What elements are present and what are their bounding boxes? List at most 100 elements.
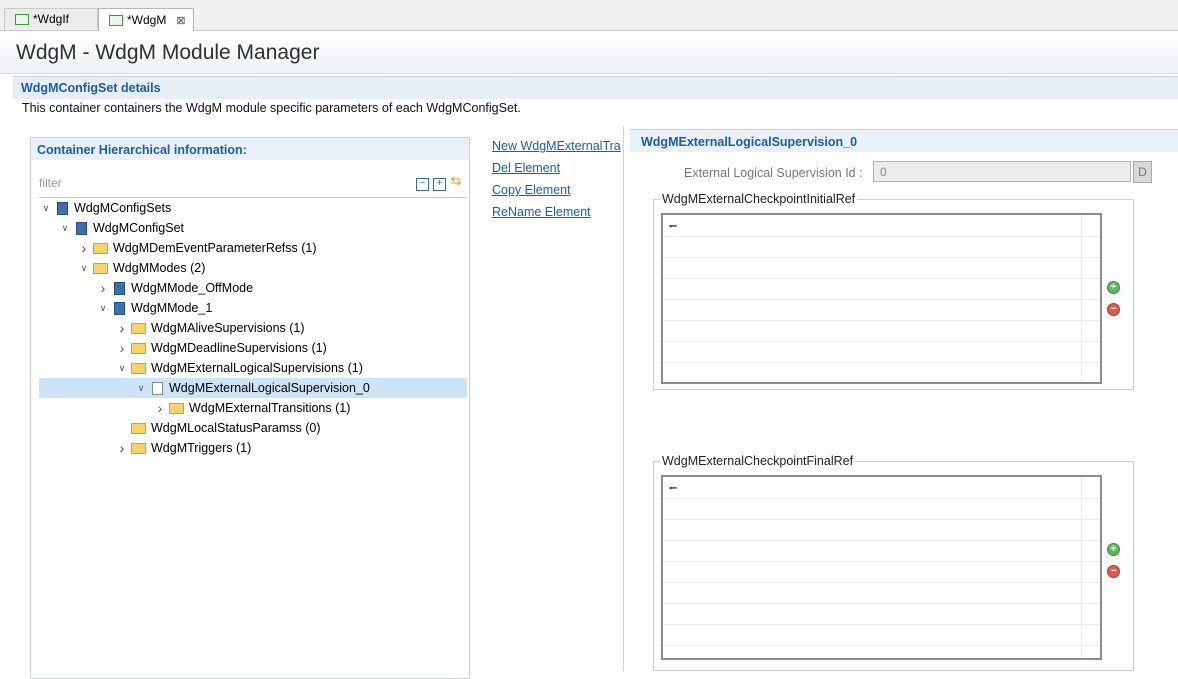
- folder-icon: [131, 342, 146, 354]
- tab-label: *WdgIf: [33, 12, 70, 26]
- chevron-down-icon[interactable]: ∨: [115, 363, 129, 374]
- tree-item-label: WdgMConfigSets: [74, 201, 172, 215]
- initial-ref-group-label: WdgMExternalCheckpointInitialRef: [660, 192, 858, 206]
- list-row-line: [663, 341, 1100, 342]
- chevron-right-icon[interactable]: ›: [77, 240, 91, 256]
- tree-item[interactable]: › WdgMMode_OffMode: [96, 278, 253, 298]
- tree-item[interactable]: ∨ WdgMExternalLogicalSupervision_0: [39, 378, 467, 398]
- tree-item-label: WdgMExternalLogicalSupervisions (1): [151, 361, 363, 375]
- supervision-id-label: External Logical Supervision Id :: [684, 166, 863, 180]
- initial-ref-list[interactable]: ▪━: [661, 213, 1102, 384]
- remove-icon[interactable]: −: [1107, 303, 1120, 316]
- folder-icon: [131, 322, 146, 334]
- tree-item[interactable]: › WdgMDemEventParameterRefss (1): [77, 238, 317, 258]
- list-item-marker: ▪━: [669, 221, 677, 231]
- tree-item[interactable]: ∨ WdgMConfigSets: [39, 198, 172, 218]
- add-icon[interactable]: +: [1107, 281, 1120, 294]
- panel-title: Container Hierarchical information:: [37, 143, 247, 157]
- tree-item[interactable]: › WdgMTriggers (1): [115, 438, 252, 458]
- filter-input[interactable]: filter: [39, 176, 62, 190]
- editor-tab-bar: *WdgIf *WdgM ⊠: [0, 0, 1178, 31]
- tree-item-label: WdgMMode_1: [131, 301, 213, 315]
- copy-element-link[interactable]: Copy Element: [492, 183, 571, 197]
- container-tree: ∨ WdgMConfigSets ∨ WdgMConfigSet › WdgMDemEve…: [39, 197, 467, 456]
- tree-item[interactable]: › WdgMDeadlineSupervisions (1): [115, 338, 327, 358]
- title-bar: WdgM - WdgM Module Manager: [0, 31, 1178, 74]
- expand-all-icon[interactable]: +: [433, 178, 446, 191]
- chevron-right-icon[interactable]: ›: [96, 280, 110, 296]
- container-icon: [114, 281, 125, 295]
- supervision-id-field[interactable]: 0: [873, 161, 1131, 182]
- tree-item-label: WdgMAliveSupervisions (1): [151, 321, 305, 335]
- folder-icon: [131, 362, 146, 374]
- chevron-right-icon[interactable]: ›: [115, 440, 129, 456]
- tab-wdgif[interactable]: *WdgIf: [4, 8, 98, 29]
- list-column-line: [1081, 477, 1082, 658]
- panel-header: Container Hierarchical information:: [31, 138, 469, 160]
- document-icon: [152, 381, 163, 395]
- chevron-right-icon[interactable]: ›: [115, 320, 129, 336]
- editor-tab-icon: [109, 14, 123, 26]
- page-title: WdgM - WdgM Module Manager: [16, 41, 320, 64]
- remove-icon[interactable]: −: [1107, 565, 1120, 578]
- container-icon: [57, 201, 68, 215]
- tree-item-label: WdgMMode_OffMode: [131, 281, 254, 295]
- tree-item-label: WdgMExternalTransitions (1): [189, 401, 351, 415]
- chevron-down-icon[interactable]: ∨: [58, 223, 72, 234]
- final-ref-list[interactable]: ▪━: [661, 475, 1102, 660]
- chevron-right-icon[interactable]: ›: [115, 340, 129, 356]
- chevron-right-icon[interactable]: ›: [153, 400, 167, 416]
- chevron-down-icon[interactable]: ∨: [39, 203, 53, 214]
- chevron-down-icon[interactable]: ∨: [77, 263, 91, 274]
- default-value-button[interactable]: D: [1133, 161, 1152, 183]
- list-row-line: [663, 320, 1100, 321]
- tree-item-label: WdgMExternalLogicalSupervision_0: [169, 381, 370, 395]
- collapse-all-icon[interactable]: −: [416, 178, 429, 191]
- folder-icon: [131, 442, 146, 454]
- detail-header: WdgMExternalLogicalSupervision_0: [630, 129, 1178, 152]
- link-editor-icon[interactable]: ⇆: [450, 174, 462, 187]
- list-row-line: [663, 624, 1100, 625]
- tree-item[interactable]: ∨ WdgMModes (2): [77, 258, 206, 278]
- list-column-line: [1081, 215, 1082, 382]
- panel-divider: [623, 126, 624, 671]
- tree-item-label: WdgMConfigSet: [93, 221, 185, 235]
- close-icon[interactable]: ⊠: [176, 14, 185, 27]
- detail-title: WdgMExternalLogicalSupervision_0: [641, 135, 858, 149]
- tree-item[interactable]: › WdgMExternalTransitions (1): [153, 398, 351, 418]
- tree-item[interactable]: ∨ WdgMMode_1: [96, 298, 213, 318]
- list-item-marker: ▪━: [669, 483, 677, 493]
- container-icon: [114, 301, 125, 315]
- list-row-line: [663, 299, 1100, 300]
- container-hierarchy-panel: Container Hierarchical information: filt…: [30, 137, 470, 679]
- del-element-link[interactable]: Del Element: [492, 161, 560, 175]
- list-row-line: [663, 561, 1100, 562]
- tree-item-label: WdgMTriggers (1): [151, 441, 252, 455]
- chevron-down-icon[interactable]: ∨: [96, 303, 110, 314]
- new-element-link[interactable]: New WdgMExternalTra: [492, 139, 622, 153]
- tree-item-label: WdgMDeadlineSupervisions (1): [151, 341, 327, 355]
- folder-icon: [93, 262, 108, 274]
- add-icon[interactable]: +: [1107, 543, 1120, 556]
- list-row-line: [663, 257, 1100, 258]
- rename-element-link[interactable]: ReName Element: [492, 205, 591, 219]
- list-row-line: [663, 582, 1100, 583]
- list-row-line: [663, 236, 1100, 237]
- chevron-down-icon[interactable]: ∨: [134, 383, 148, 394]
- tree-item[interactable]: WdgMLocalStatusParamss (0): [115, 418, 321, 438]
- folder-icon: [131, 422, 146, 434]
- tree-item-label: WdgMModes (2): [113, 261, 206, 275]
- folder-icon: [93, 242, 108, 254]
- container-icon: [76, 221, 87, 235]
- list-row-line: [663, 519, 1100, 520]
- tab-label: *WdgM: [127, 13, 167, 27]
- tree-item-label: WdgMDemEventParameterRefss (1): [113, 241, 317, 255]
- section-description: This container containers the WdgM modul…: [22, 101, 521, 115]
- tab-wdgm[interactable]: *WdgM ⊠: [98, 8, 194, 31]
- tree-item[interactable]: ∨ WdgMConfigSet: [58, 218, 184, 238]
- editor-tab-icon: [15, 13, 29, 25]
- tree-item[interactable]: › WdgMAliveSupervisions (1): [115, 318, 305, 338]
- section-title: WdgMConfigSet details: [21, 81, 161, 95]
- list-row-line: [663, 362, 1100, 363]
- tree-item[interactable]: ∨ WdgMExternalLogicalSupervisions (1): [115, 358, 363, 378]
